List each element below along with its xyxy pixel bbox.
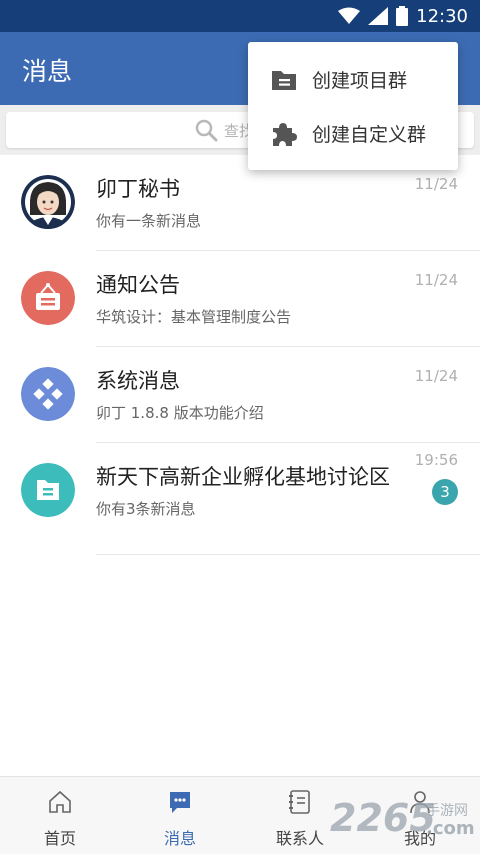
- nav-item-label: 首页: [43, 829, 76, 848]
- signal-icon: [368, 7, 389, 25]
- divider: [96, 554, 480, 555]
- system-icon: [21, 367, 75, 421]
- list-item-time: 11/24: [414, 367, 458, 385]
- watermark-main: 2265: [330, 796, 436, 840]
- battery-icon: [396, 6, 409, 26]
- list-item-title: 卯丁秘书: [96, 177, 180, 201]
- list-item-subtitle: 你有一条新消息: [96, 212, 202, 230]
- list-item-subtitle: 华筑设计：基本管理制度公告: [96, 308, 292, 326]
- puzzle-icon: [273, 123, 297, 146]
- secretary-avatar: [21, 175, 75, 229]
- unread-badge: 3: [432, 479, 458, 505]
- list-item-title: 新天下高新企业孵化基地讨论区: [96, 465, 390, 489]
- folder-icon: [21, 463, 75, 517]
- status-icons: 12:30: [338, 4, 468, 28]
- menu-item-label: 创建项目群: [312, 70, 408, 92]
- list-item[interactable]: 通知公告 华筑设计：基本管理制度公告 11/24: [0, 251, 480, 347]
- menu-item-create-custom-group[interactable]: 创建自定义群: [248, 106, 458, 160]
- page-title: 消息: [22, 57, 73, 86]
- list-item-subtitle: 卯丁 1.8.8 版本功能介绍: [96, 404, 264, 422]
- menu-item-create-project-group[interactable]: 创建项目群: [248, 52, 458, 106]
- list-item-time: 19:56: [414, 451, 458, 469]
- status-bar: 12:30: [0, 0, 480, 32]
- nav-item-label: 消息: [163, 829, 196, 848]
- contacts-icon: [289, 790, 310, 814]
- watermark-com: .com: [426, 818, 475, 839]
- popup-menu: 创建项目群 创建自定义群: [248, 42, 458, 170]
- list-item[interactable]: 系统消息 卯丁 1.8.8 版本功能介绍 11/24: [0, 347, 480, 443]
- status-time: 12:30: [416, 5, 468, 27]
- list-item-time: 11/24: [414, 175, 458, 193]
- list-item[interactable]: 新天下高新企业孵化基地讨论区 你有3条新消息 19:56 3: [0, 443, 480, 555]
- wifi-icon: [338, 7, 361, 24]
- watermark-logo: 2265 手游网 .com: [330, 796, 480, 846]
- menu-item-label: 创建自定义群: [312, 124, 427, 146]
- list-item-title: 通知公告: [96, 273, 180, 297]
- chat-icon: [170, 792, 190, 813]
- list-item-title: 系统消息: [96, 369, 180, 393]
- nav-item-messages[interactable]: 消息: [120, 777, 240, 854]
- nav-item-home[interactable]: 首页: [0, 777, 120, 854]
- folder-icon: [272, 71, 296, 90]
- list-item-time: 11/24: [414, 271, 458, 289]
- watermark-sub: 手游网: [426, 803, 468, 819]
- message-list: 卯丁秘书 你有一条新消息 11/24 通知公告 华筑设计：基本管理制度公告 11…: [0, 155, 480, 555]
- search-icon: [195, 119, 218, 142]
- home-icon: [49, 790, 71, 813]
- list-item-subtitle: 你有3条新消息: [96, 500, 196, 518]
- notice-icon: [21, 271, 75, 325]
